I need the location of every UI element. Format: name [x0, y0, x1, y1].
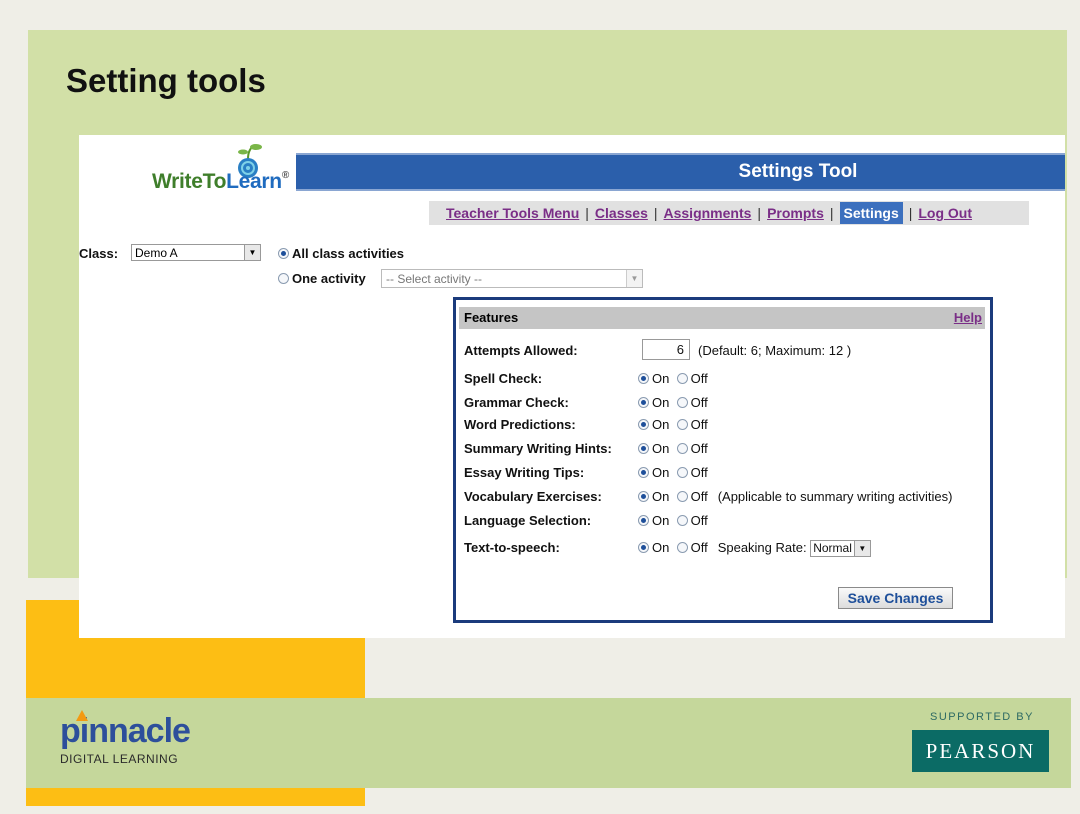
class-select-value: Demo A — [135, 246, 178, 260]
features-title: Features — [464, 310, 519, 325]
pinnacle-subtitle: DIGITAL LEARNING — [60, 752, 179, 766]
activity-select[interactable]: -- Select activity -- ▼ — [381, 269, 643, 288]
features-header: Features Help — [459, 307, 985, 329]
all-activities-radio[interactable] — [278, 248, 289, 259]
help-link[interactable]: Help — [954, 307, 982, 329]
off-radio[interactable] — [676, 467, 688, 478]
page-title: Settings Tool — [738, 161, 858, 182]
chevron-down-icon[interactable]: ▼ — [244, 245, 260, 260]
on-radio[interactable] — [638, 419, 649, 430]
slide-title: Setting tools — [66, 62, 266, 99]
on-radio[interactable] — [638, 515, 649, 526]
class-label: Class: — [79, 246, 119, 261]
one-activity-option[interactable]: One activity — [278, 271, 366, 286]
toggle-label: Spell Check: — [464, 371, 543, 386]
save-changes-button[interactable]: Save Changes — [838, 587, 953, 609]
off-radio[interactable] — [676, 515, 688, 526]
attempts-input[interactable]: 6 — [642, 339, 690, 360]
speaking-rate-label: Speaking Rate: — [717, 540, 807, 555]
chevron-down-icon[interactable]: ▼ — [626, 270, 642, 287]
settings-screenshot: WriteToLearn® Settings Tool Teacher Tool… — [79, 135, 1065, 638]
on-radio[interactable] — [638, 373, 649, 384]
on-radio[interactable] — [638, 397, 649, 408]
nav-teacher-tools-menu[interactable]: Teacher Tools Menu — [446, 205, 579, 221]
toggle-label: Essay Writing Tips: — [464, 465, 585, 480]
toggle-label: Text-to-speech: — [464, 540, 560, 555]
nav-settings[interactable]: Settings — [839, 202, 903, 224]
off-radio[interactable] — [676, 443, 688, 454]
toggle-label: Word Predictions: — [464, 417, 576, 432]
all-activities-option[interactable]: All class activities — [278, 246, 404, 261]
off-radio[interactable] — [676, 373, 688, 384]
features-panel: Features Help Attempts Allowed: 6 (Defau… — [453, 297, 993, 623]
on-radio[interactable] — [638, 467, 649, 478]
on-radio[interactable] — [638, 491, 649, 502]
toggle-label: Summary Writing Hints: — [464, 441, 612, 456]
chevron-down-icon[interactable]: ▼ — [853, 541, 870, 557]
activity-select-placeholder: -- Select activity -- — [386, 272, 483, 286]
nav-prompts[interactable]: Prompts — [767, 205, 824, 221]
class-select[interactable]: Demo A ▼ — [131, 244, 261, 261]
pinnacle-logo: pinnacle DIGITAL LEARNING — [60, 710, 191, 766]
off-radio[interactable] — [676, 419, 688, 430]
off-radio[interactable] — [676, 491, 688, 502]
one-activity-radio[interactable] — [278, 273, 289, 284]
nav-assignments[interactable]: Assignments — [664, 205, 752, 221]
nav-log-out[interactable]: Log Out — [918, 205, 972, 221]
attempts-note: (Default: 6; Maximum: 12 ) — [698, 343, 852, 358]
supported-by-label: SUPPORTED BY — [930, 711, 1034, 723]
off-radio[interactable] — [676, 542, 688, 553]
pearson-logo: PEARSON — [912, 730, 1049, 772]
logo-wordmark: WriteToLearn® — [152, 170, 289, 193]
writetolearn-logo: WriteToLearn® — [152, 143, 292, 203]
toggle-label: Language Selection: — [464, 513, 592, 528]
teacher-nav: Teacher Tools Menu | Classes | Assignments | P… — [429, 201, 1029, 225]
vocabulary-note: (Applicable to summary writing activitie… — [717, 489, 953, 504]
off-radio[interactable] — [676, 397, 688, 408]
attempts-label: Attempts Allowed: — [464, 343, 578, 358]
toggle-label: Vocabulary Exercises: — [464, 489, 602, 504]
triangle-icon — [76, 710, 88, 721]
toggle-label: Grammar Check: — [464, 395, 569, 410]
speaking-rate-select[interactable]: Normal ▼ — [810, 540, 871, 558]
page-title-bar: Settings Tool — [296, 153, 1065, 191]
on-radio[interactable] — [638, 443, 649, 454]
on-radio[interactable] — [638, 542, 649, 553]
nav-classes[interactable]: Classes — [595, 205, 648, 221]
